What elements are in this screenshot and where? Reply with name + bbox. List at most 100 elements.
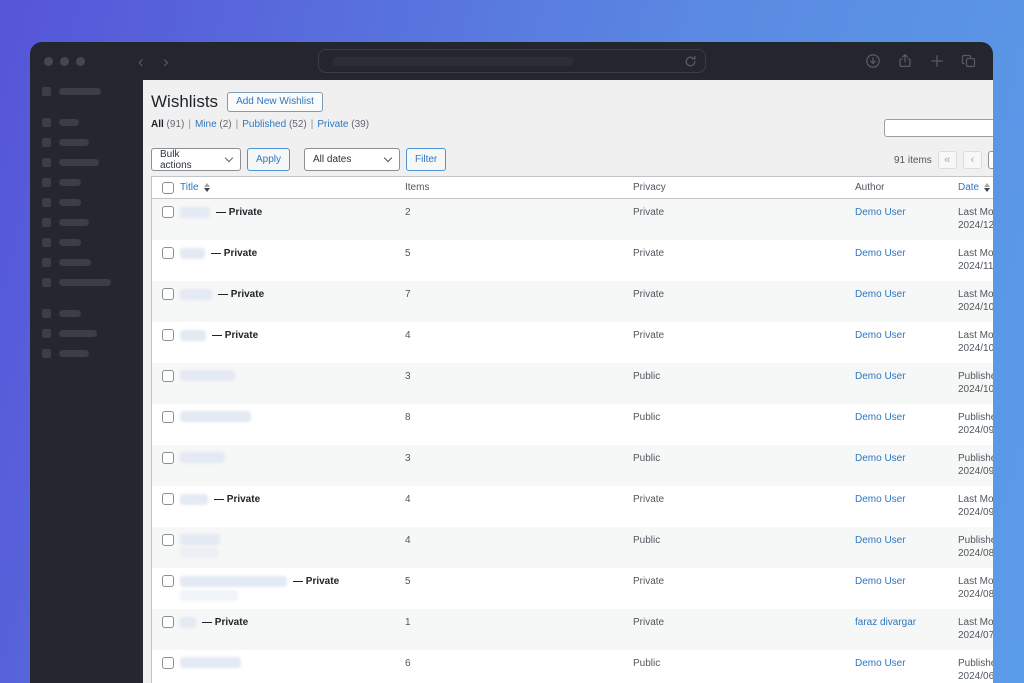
wishlist-title-link[interactable]: — Private — [180, 288, 405, 301]
first-page-button[interactable]: « — [937, 151, 957, 169]
row-checkbox[interactable] — [162, 411, 174, 423]
apply-button[interactable]: Apply — [247, 148, 291, 171]
add-new-wishlist-button[interactable]: Add New Wishlist — [227, 92, 323, 112]
filter-link-published[interactable]: Published (52) — [242, 119, 306, 130]
wishlist-title-link[interactable] — [180, 411, 405, 422]
date-value: 2024/10/ — [958, 302, 993, 313]
wishlist-title-link[interactable]: — Private — [180, 616, 405, 629]
wishlist-title-link[interactable]: — Private — [180, 206, 405, 219]
browser-topbar: ‹ › — [30, 42, 993, 80]
date-status: Published — [958, 371, 993, 382]
author-cell: Demo User — [855, 445, 958, 486]
checkbox-cell — [152, 322, 180, 363]
author-link[interactable]: Demo User — [855, 494, 906, 505]
wishlist-title-link[interactable] — [180, 657, 405, 668]
new-tab-icon[interactable] — [929, 53, 945, 69]
table-row: 8 Public Demo User Published 2024/09/ — [152, 404, 993, 445]
title-cell — [180, 363, 405, 404]
title-cell: — Private — [180, 322, 405, 363]
author-link[interactable]: faraz divargar — [855, 617, 916, 628]
filter-link-all[interactable]: All (91) — [151, 119, 184, 130]
row-checkbox[interactable] — [162, 329, 174, 341]
wishlist-title-link[interactable] — [180, 452, 405, 463]
filter-link-private[interactable]: Private (39) — [317, 119, 369, 130]
bulk-actions-select[interactable]: Bulk actions — [151, 148, 241, 171]
author-link[interactable]: Demo User — [855, 412, 906, 423]
author-link[interactable]: Demo User — [855, 289, 906, 300]
select-all-checkbox[interactable] — [162, 181, 174, 194]
items-cell: 8 — [405, 412, 411, 423]
wishlist-title-link[interactable] — [180, 370, 405, 381]
row-checkbox[interactable] — [162, 206, 174, 218]
table-row: 3 Public Demo User Published 2024/09/ — [152, 445, 993, 486]
sidebar-menu-item[interactable] — [30, 152, 143, 172]
wishlist-title-link[interactable]: — Private — [180, 329, 405, 342]
desktop-background: ‹ › Wishlists Add New Wishlist All (91) … — [0, 0, 1024, 683]
forward-button[interactable]: › — [163, 42, 169, 80]
row-checkbox[interactable] — [162, 493, 174, 505]
share-icon[interactable] — [897, 53, 913, 69]
sidebar-menu-item[interactable] — [30, 172, 143, 192]
column-header-title[interactable]: Title — [180, 181, 210, 194]
filter-link-mine[interactable]: Mine (2) — [195, 119, 232, 130]
filter-separator: | — [235, 119, 239, 130]
download-icon[interactable] — [865, 53, 881, 69]
sidebar-menu-item[interactable] — [30, 252, 143, 272]
wishlist-title-link[interactable]: — Private — [180, 247, 405, 260]
current-page-input[interactable] — [987, 151, 993, 169]
menu-item-label-placeholder — [59, 238, 81, 246]
author-link[interactable]: Demo User — [855, 330, 906, 341]
privacy-cell: Public — [633, 535, 661, 546]
sidebar-menu-item[interactable] — [30, 343, 143, 363]
author-link[interactable]: Demo User — [855, 576, 906, 587]
row-checkbox[interactable] — [162, 616, 174, 628]
sidebar-menu-item[interactable] — [30, 272, 143, 292]
menu-item-label-placeholder — [59, 258, 91, 266]
author-link[interactable]: Demo User — [855, 248, 906, 259]
sidebar-menu-item[interactable] — [30, 112, 143, 132]
author-link[interactable]: Demo User — [855, 453, 906, 464]
row-checkbox[interactable] — [162, 657, 174, 669]
row-checkbox[interactable] — [162, 288, 174, 300]
wishlist-title-link[interactable] — [180, 534, 405, 545]
author-link[interactable]: Demo User — [855, 207, 906, 218]
privacy-cell: Private — [633, 289, 665, 300]
sidebar-menu-item[interactable] — [30, 323, 143, 343]
author-link[interactable]: Demo User — [855, 535, 906, 546]
window-control-dot[interactable] — [44, 56, 53, 66]
sidebar-menu-item[interactable] — [30, 212, 143, 232]
prev-page-button[interactable]: ‹ — [962, 151, 982, 169]
tab-overview-icon[interactable] — [961, 53, 977, 69]
date-status: Last Mod — [958, 617, 993, 628]
window-control-dot[interactable] — [60, 56, 69, 66]
wishlist-title-link[interactable]: — Private — [180, 575, 405, 588]
column-header-date[interactable]: Date — [958, 181, 991, 194]
column-header-author: Author — [855, 182, 885, 193]
title-cell: — Private — [180, 281, 405, 322]
search-input[interactable] — [884, 119, 993, 137]
items-cell: 5 — [405, 248, 411, 259]
window-control-dot[interactable] — [76, 56, 85, 66]
pagination: 91 items « ‹ — [894, 151, 993, 169]
sidebar-menu-item[interactable] — [30, 232, 143, 252]
row-checkbox[interactable] — [162, 247, 174, 259]
back-button[interactable]: ‹ — [138, 42, 144, 80]
sidebar-menu-item[interactable] — [30, 303, 143, 323]
table-row: — Private 7 Private Demo User Last Mod 2024/1… — [152, 281, 993, 322]
date-filter-select[interactable]: All dates — [304, 148, 401, 171]
row-checkbox[interactable] — [162, 370, 174, 382]
row-checkbox[interactable] — [162, 534, 174, 546]
sidebar-menu-item[interactable] — [30, 132, 143, 152]
reload-icon[interactable] — [683, 54, 698, 74]
sidebar-menu-item[interactable] — [30, 81, 143, 101]
author-link[interactable]: Demo User — [855, 371, 906, 382]
row-checkbox[interactable] — [162, 575, 174, 587]
filter-button[interactable]: Filter — [406, 148, 447, 171]
sidebar-menu-item[interactable] — [30, 192, 143, 212]
title-placeholder — [180, 330, 206, 341]
row-checkbox[interactable] — [162, 452, 174, 464]
items-cell: 3 — [405, 453, 411, 464]
wishlist-title-link[interactable]: — Private — [180, 493, 405, 506]
author-link[interactable]: Demo User — [855, 658, 906, 669]
address-bar[interactable] — [318, 49, 706, 73]
